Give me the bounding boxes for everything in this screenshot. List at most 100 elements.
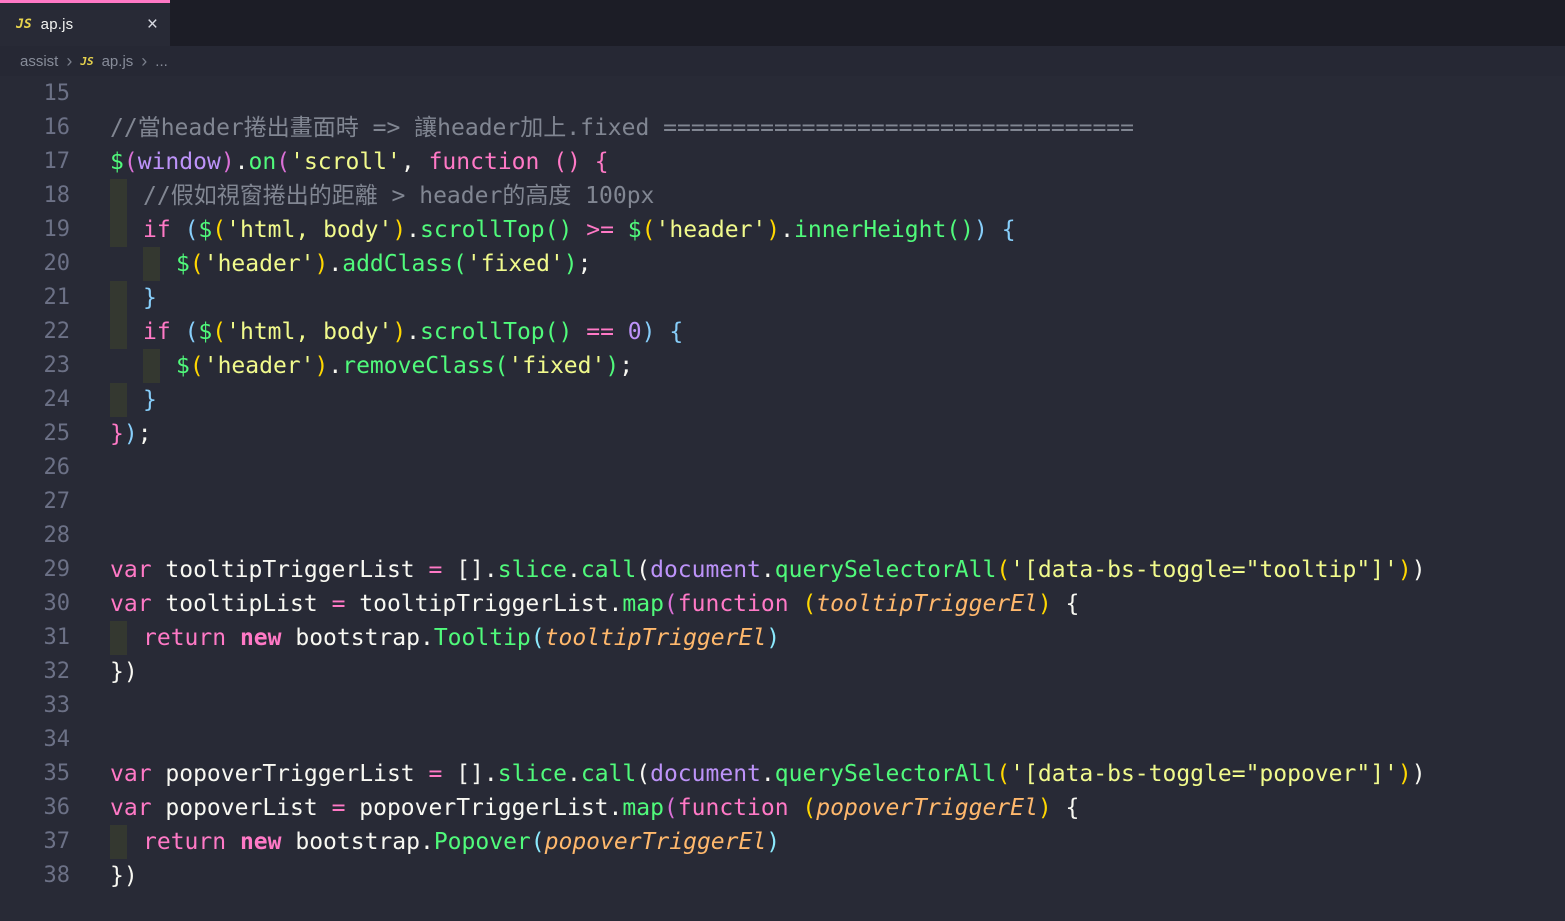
js-file-icon-small: JS	[80, 55, 93, 68]
code-content[interactable]: if ($('html, body').scrollTop() == 0) {	[110, 315, 1565, 349]
code-content[interactable]	[110, 723, 1565, 757]
line-number: 20	[0, 247, 110, 281]
tab-bar: JS ap.js ×	[0, 0, 1565, 46]
code-token: 'scroll'	[290, 149, 401, 175]
code-content[interactable]: })	[110, 655, 1565, 689]
code-line[interactable]: 37return new bootstrap.Popover(popoverTr…	[0, 825, 1565, 859]
code-line[interactable]: 25});	[0, 417, 1565, 451]
code-line[interactable]: 24}	[0, 383, 1565, 417]
code-content[interactable]: $(window).on('scroll', function () {	[110, 145, 1565, 179]
code-line[interactable]: 18//假如視窗捲出的距離 > header的高度 100px	[0, 179, 1565, 213]
code-token: function	[429, 149, 540, 175]
code-token: var	[110, 795, 152, 821]
code-token	[789, 591, 803, 617]
code-token: innerHeight	[794, 217, 946, 243]
code-content[interactable]: //假如視窗捲出的距離 > header的高度 100px	[110, 179, 1565, 213]
code-content[interactable]	[110, 77, 1565, 111]
code-token: 0	[628, 319, 642, 345]
code-content[interactable]: }	[110, 383, 1565, 417]
code-text: $('header').removeClass('fixed');	[110, 349, 633, 383]
code-token: )	[974, 217, 988, 243]
code-content[interactable]: var popoverList = popoverTriggerList.map…	[110, 791, 1565, 825]
code-token: )	[221, 149, 235, 175]
tab-apjs[interactable]: JS ap.js ×	[0, 0, 170, 46]
code-token	[656, 319, 670, 345]
code-content[interactable]: return new bootstrap.Tooltip(tooltipTrig…	[110, 621, 1565, 655]
code-content[interactable]: var tooltipTriggerList = [].slice.call(d…	[110, 553, 1565, 587]
code-content[interactable]	[110, 451, 1565, 485]
code-line[interactable]: 36var popoverList = popoverTriggerList.m…	[0, 791, 1565, 825]
code-line[interactable]: 23$('header').removeClass('fixed');	[0, 349, 1565, 383]
code-token: 'html, body'	[226, 319, 392, 345]
code-line[interactable]: 34	[0, 723, 1565, 757]
code-content[interactable]	[110, 519, 1565, 553]
line-number: 15	[0, 77, 110, 111]
breadcrumb-folder[interactable]: assist	[20, 53, 58, 70]
code-content[interactable]: if ($('html, body').scrollTop() >= $('he…	[110, 213, 1565, 247]
line-number: 16	[0, 111, 110, 145]
line-number: 29	[0, 553, 110, 587]
code-token: on	[249, 149, 277, 175]
code-token: )	[392, 217, 406, 243]
code-editor[interactable]: 1516//當header捲出畫面時 => 讓header加上.fixed ==…	[0, 76, 1565, 921]
breadcrumb: assist › JS ap.js › ...	[0, 46, 1565, 76]
code-line[interactable]: 27	[0, 485, 1565, 519]
code-line[interactable]: 20$('header').addClass('fixed');	[0, 247, 1565, 281]
code-line[interactable]: 30var tooltipList = tooltipTriggerList.m…	[0, 587, 1565, 621]
code-line[interactable]: 32})	[0, 655, 1565, 689]
code-line[interactable]: 33	[0, 689, 1565, 723]
code-content[interactable]: });	[110, 417, 1565, 451]
code-content[interactable]: })	[110, 859, 1565, 893]
line-number: 28	[0, 519, 110, 553]
code-token: popoverTriggerEl	[545, 829, 767, 855]
code-line[interactable]: 17$(window).on('scroll', function () {	[0, 145, 1565, 179]
close-icon[interactable]: ×	[147, 15, 158, 34]
code-content[interactable]: var popoverTriggerList = [].slice.call(d…	[110, 757, 1565, 791]
line-number: 36	[0, 791, 110, 825]
line-number: 21	[0, 281, 110, 315]
code-content[interactable]: return new bootstrap.Popover(popoverTrig…	[110, 825, 1565, 859]
code-line[interactable]: 16//當header捲出畫面時 => 讓header加上.fixed ====…	[0, 111, 1565, 145]
code-line[interactable]: 19if ($('html, body').scrollTop() >= $('…	[0, 213, 1565, 247]
breadcrumb-file[interactable]: ap.js	[102, 53, 134, 70]
code-content[interactable]: $('header').removeClass('fixed');	[110, 349, 1565, 383]
code-line[interactable]: 15	[0, 77, 1565, 111]
code-line[interactable]: 28	[0, 519, 1565, 553]
code-token: =	[332, 795, 346, 821]
code-content[interactable]: }	[110, 281, 1565, 315]
code-content[interactable]: $('header').addClass('fixed');	[110, 247, 1565, 281]
code-token: scrollTop	[420, 217, 545, 243]
code-token: $	[110, 149, 124, 175]
code-token: popoverTriggerList.	[345, 795, 622, 821]
code-line[interactable]: 38})	[0, 859, 1565, 893]
code-token: document	[650, 761, 761, 787]
code-line[interactable]: 22if ($('html, body').scrollTop() == 0) …	[0, 315, 1565, 349]
code-line[interactable]: 26	[0, 451, 1565, 485]
line-number: 23	[0, 349, 110, 383]
code-line[interactable]: 31return new bootstrap.Tooltip(tooltipTr…	[0, 621, 1565, 655]
code-content[interactable]: var tooltipList = tooltipTriggerList.map…	[110, 587, 1565, 621]
code-token: $	[176, 251, 190, 277]
code-token: .	[761, 761, 775, 787]
code-token: {	[669, 319, 683, 345]
code-token: (	[996, 557, 1010, 583]
code-content[interactable]: //當header捲出畫面時 => 讓header加上.fixed ======…	[110, 111, 1565, 145]
chevron-right-icon: ›	[141, 54, 147, 69]
line-number: 17	[0, 145, 110, 179]
code-token: )	[766, 829, 780, 855]
code-token: map	[622, 795, 664, 821]
code-token: 'html, body'	[226, 217, 392, 243]
breadcrumb-ellipsis[interactable]: ...	[155, 53, 168, 70]
code-line[interactable]: 21}	[0, 281, 1565, 315]
line-number: 19	[0, 213, 110, 247]
code-token: popoverTriggerEl	[816, 795, 1038, 821]
code-token: ()	[545, 217, 573, 243]
code-token	[226, 829, 240, 855]
code-content[interactable]	[110, 689, 1565, 723]
code-token: (	[996, 761, 1010, 787]
line-number: 22	[0, 315, 110, 349]
code-line[interactable]: 29var tooltipTriggerList = [].slice.call…	[0, 553, 1565, 587]
code-content[interactable]	[110, 485, 1565, 519]
code-line[interactable]: 35var popoverTriggerList = [].slice.call…	[0, 757, 1565, 791]
code-token: (	[531, 829, 545, 855]
